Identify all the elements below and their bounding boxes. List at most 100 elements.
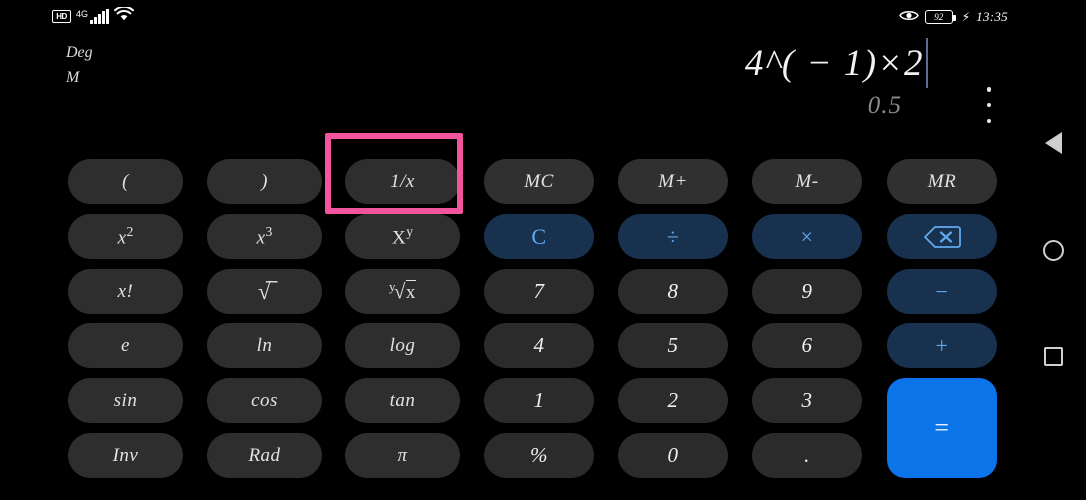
phone-screen: HD 4G 92 ⚡ 13:35 Deg M 4^(− 1)×2 0.5 (… (0, 0, 1086, 500)
key-inverse[interactable]: Inv (68, 433, 183, 478)
key-digit-3[interactable]: 3 (752, 378, 862, 423)
overflow-menu-icon[interactable] (978, 84, 1000, 126)
expression-row[interactable]: 4^( − 1)×2 (745, 38, 928, 88)
key-label-digit-5: 5 (667, 333, 679, 357)
eye-icon (898, 7, 919, 26)
key-label-euler: e (121, 335, 130, 356)
android-navigation-bar (1020, 0, 1086, 500)
key-label-digit-8: 8 (667, 279, 679, 303)
key-label-digit-7: 7 (533, 279, 545, 303)
key-digit-5[interactable]: 5 (618, 323, 728, 368)
charging-bolt-icon: ⚡ (961, 9, 971, 24)
status-bar-right: 92 ⚡ 13:35 (898, 7, 1008, 26)
key-label-equals: = (934, 413, 950, 442)
key-euler[interactable]: e (68, 323, 183, 368)
key-percent[interactable]: % (484, 433, 594, 478)
text-cursor (926, 38, 928, 88)
key-sqrt[interactable]: √̅̅ (207, 269, 322, 314)
memory-indicator: M (66, 69, 80, 86)
key-tan[interactable]: tan (345, 378, 460, 423)
key-label-radian: Rad (248, 445, 281, 466)
key-digit-2[interactable]: 2 (618, 378, 728, 423)
signal-bar-4 (102, 11, 106, 24)
key-x-cubed[interactable]: x3 (207, 214, 322, 259)
key-label-inverse: Inv (112, 445, 139, 466)
backspace-icon (923, 225, 961, 249)
recent-apps-square-icon[interactable] (1020, 331, 1086, 381)
back-triangle-icon[interactable] (1020, 118, 1086, 168)
key-label-cos: cos (251, 390, 278, 411)
key-mem-clear[interactable]: MC (484, 159, 594, 204)
mode-indicators: Deg M (66, 44, 93, 87)
key-digit-8[interactable]: 8 (618, 269, 728, 314)
key-subtract[interactable]: − (887, 269, 997, 314)
key-label-mem-recall: MR (927, 171, 957, 192)
overflow-dot-1 (986, 87, 992, 92)
key-radian[interactable]: Rad (207, 433, 322, 478)
key-label-mem-minus: M- (795, 171, 819, 192)
key-multiply[interactable]: × (752, 214, 862, 259)
key-digit-6[interactable]: 6 (752, 323, 862, 368)
key-label-tan: tan (389, 390, 416, 411)
key-cos[interactable]: cos (207, 378, 322, 423)
key-label-decimal: . (804, 443, 810, 467)
key-natural-log[interactable]: ln (207, 323, 322, 368)
signal-bar-5 (106, 9, 110, 24)
key-paren-open[interactable]: ( (68, 159, 183, 204)
key-nth-root[interactable]: y√x (345, 269, 460, 314)
key-digit-1[interactable]: 1 (484, 378, 594, 423)
key-digit-9[interactable]: 9 (752, 269, 862, 314)
key-reciprocal[interactable]: 1/x (345, 159, 460, 204)
key-label-mem-plus: M+ (658, 171, 688, 192)
key-log[interactable]: log (345, 323, 460, 368)
wifi-icon (114, 5, 135, 26)
key-equals[interactable]: = (887, 378, 997, 478)
key-label-natural-log: ln (256, 335, 273, 356)
hd-icon: HD (52, 10, 71, 23)
home-circle-icon[interactable] (1020, 225, 1086, 275)
key-decimal[interactable]: . (752, 433, 862, 478)
key-add[interactable]: + (887, 323, 997, 368)
key-label-percent: % (530, 443, 548, 467)
key-label-digit-3: 3 (801, 388, 813, 412)
key-mem-plus[interactable]: M+ (618, 159, 728, 204)
key-label-digit-4: 4 (533, 333, 545, 357)
key-label-add: + (935, 332, 949, 358)
key-label-digit-6: 6 (801, 333, 813, 357)
key-label-sin: sin (113, 390, 138, 411)
key-factorial[interactable]: x! (68, 269, 183, 314)
signal-bar-1 (90, 20, 94, 24)
key-label-factorial: x! (117, 281, 134, 302)
key-sin[interactable]: sin (68, 378, 183, 423)
network-type-label: 4G (76, 9, 89, 19)
expression-text[interactable]: 4^( − 1)×2 (745, 42, 924, 85)
key-pi[interactable]: π (345, 433, 460, 478)
key-label-digit-2: 2 (667, 388, 679, 412)
signal-bar-2 (94, 17, 98, 24)
back-triangle-shape (1044, 132, 1062, 154)
key-x-squared[interactable]: x2 (68, 214, 183, 259)
key-label-subtract: − (935, 278, 949, 304)
key-label-digit-1: 1 (533, 388, 545, 412)
status-bar: HD 4G 92 ⚡ 13:35 (0, 0, 1086, 34)
key-mem-minus[interactable]: M- (752, 159, 862, 204)
recent-square-shape (1043, 346, 1063, 366)
key-digit-7[interactable]: 7 (484, 269, 594, 314)
key-digit-4[interactable]: 4 (484, 323, 594, 368)
key-label-paren-close: ) (261, 171, 268, 192)
key-x-pow-y[interactable]: Xy (345, 214, 460, 259)
result-preview: 0.5 (867, 92, 902, 119)
signal-bar-3 (98, 14, 102, 24)
key-paren-close[interactable]: ) (207, 159, 322, 204)
key-digit-0[interactable]: 0 (618, 433, 728, 478)
home-circle-shape (1042, 239, 1064, 261)
key-clear[interactable]: C (484, 214, 594, 259)
key-backspace[interactable] (887, 214, 997, 259)
key-label-multiply: × (800, 223, 814, 249)
angle-mode-indicator: Deg (66, 44, 93, 61)
key-label-reciprocal: 1/x (390, 171, 415, 192)
key-divide[interactable]: ÷ (618, 214, 728, 259)
key-label-log: log (389, 335, 416, 356)
key-label-digit-9: 9 (801, 279, 813, 303)
key-mem-recall[interactable]: MR (887, 159, 997, 204)
